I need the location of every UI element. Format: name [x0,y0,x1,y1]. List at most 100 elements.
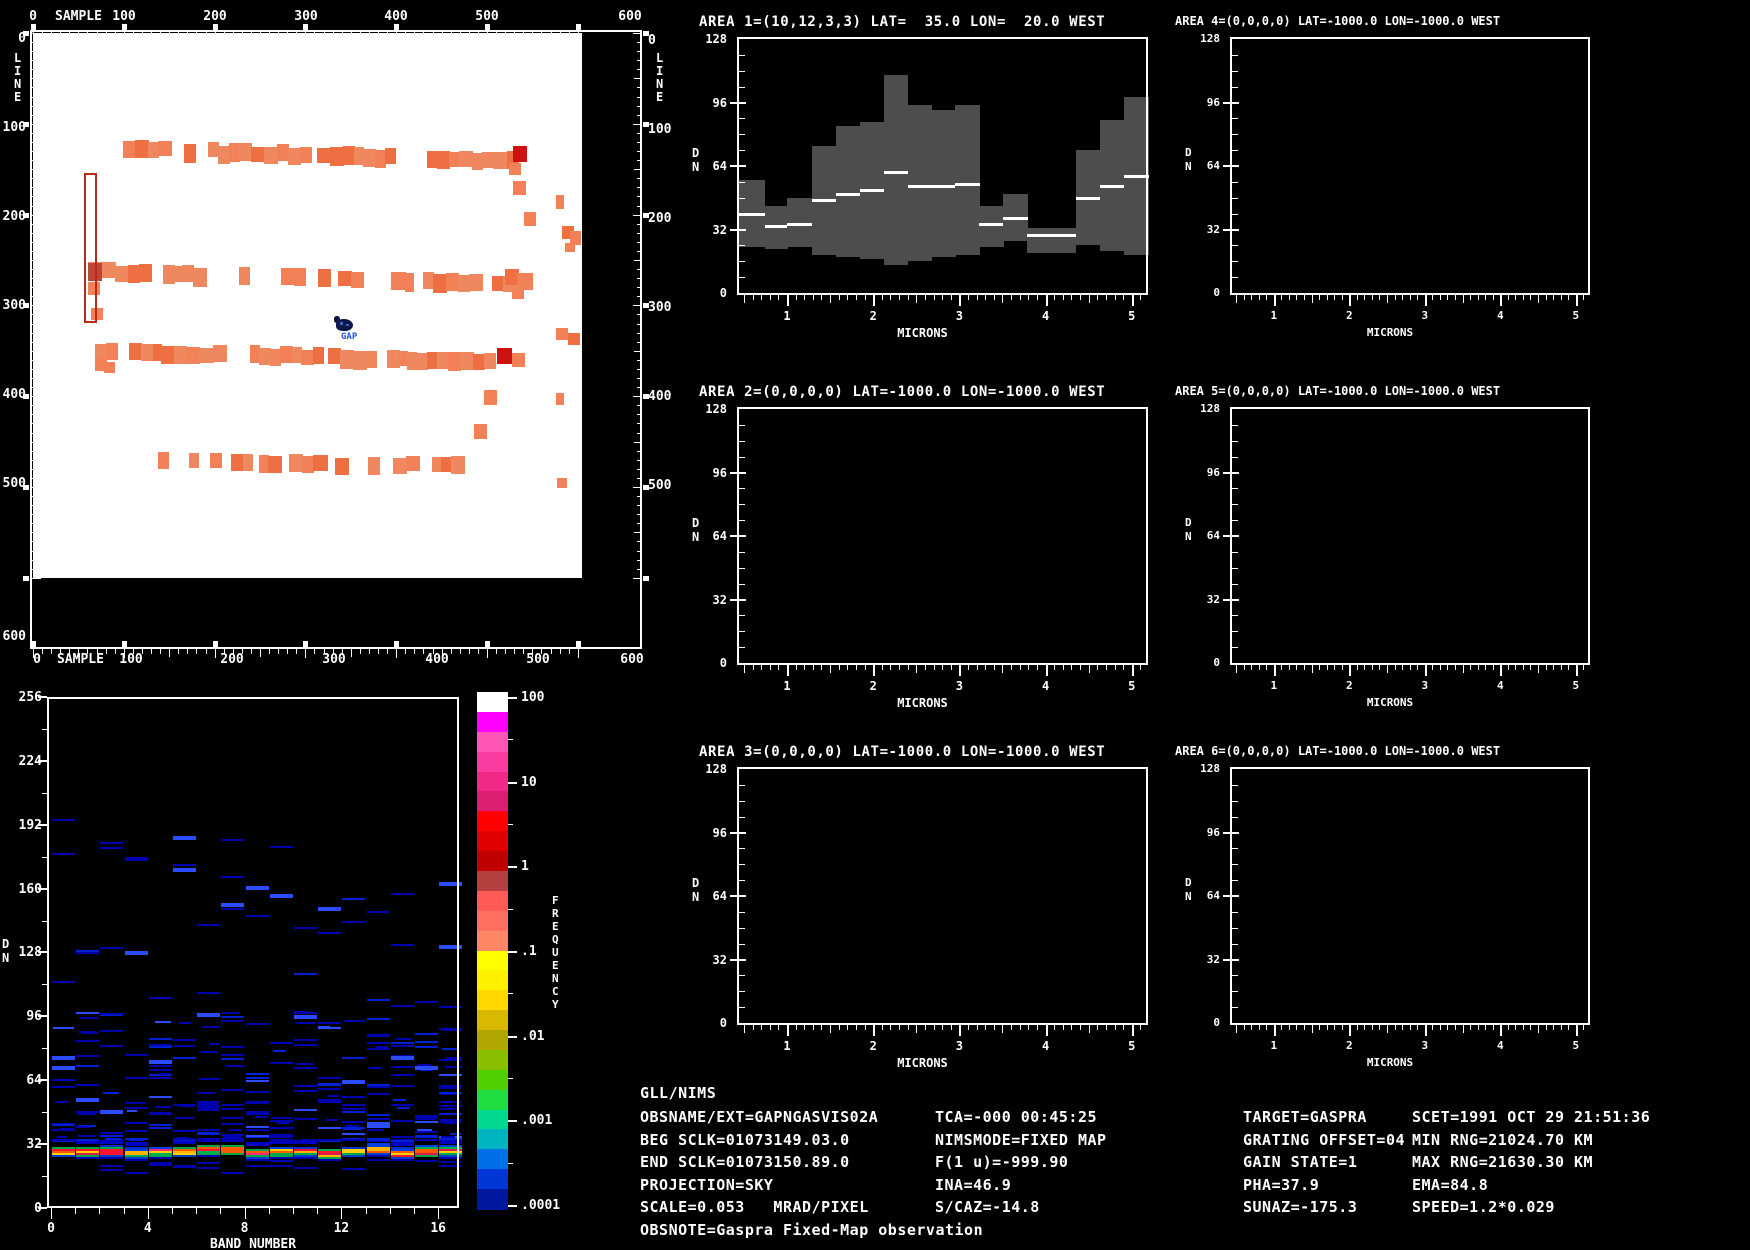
map-tick [633,123,642,125]
plot-y-tick [1223,895,1239,898]
plot-y-tick [1232,277,1238,279]
plot-x-tick [1140,665,1142,670]
plot-x-tick [1371,1025,1373,1030]
plot-y-tick [1232,118,1238,120]
plot-x-tick [1515,1025,1517,1030]
colorbar-tick [508,1078,513,1079]
plot-x-tick [1409,665,1411,670]
footprint-square [450,456,466,474]
plot-x-tick [778,1025,780,1030]
map-tick [637,205,642,207]
colorbar-band [477,811,508,832]
plot-y-tick [1232,424,1238,426]
plot-x-tick [1080,295,1082,300]
plot-x-tick [1424,295,1427,306]
map-tick [505,649,507,654]
plot-x-tick [1545,1025,1547,1030]
map-tick [637,296,642,298]
map-tick [32,196,37,198]
map-sample-tick-label: 0 [33,652,41,667]
map-tick [169,649,171,657]
plot-y-tick [1223,165,1239,168]
plot-x-tick [1071,295,1073,300]
plot-y-tick [739,1007,745,1009]
plot-x-tick [942,295,944,300]
plot-y-tick [739,615,745,617]
plot-x-tick [907,1025,909,1030]
plot-x-tick [1131,665,1134,676]
plot-y-tick [739,784,745,786]
map-tick [532,32,534,40]
map-tick [96,32,98,37]
plot-x-tick [1273,1025,1276,1036]
plot-x-tick [1266,1025,1268,1030]
plot-x-tick [1123,295,1125,300]
plot-x-tick [1097,1025,1099,1030]
plot-y-tick [739,440,745,442]
plot-y-tick [739,181,745,183]
info-line: BEG SCLK=01073149.03.0 [640,1130,850,1149]
map-tick [250,649,252,654]
map-tick-marker [394,641,400,647]
map-tick [633,33,642,34]
info-line: INA=46.9 [935,1175,1012,1194]
plot-y-tick-label: 0 [1213,1016,1220,1029]
area-selection-rect[interactable] [84,173,97,323]
plot-y-tick [739,816,745,818]
hist-y-tick [42,1112,47,1114]
footprint-square [299,146,313,163]
plot-x-tick-label: 5 [1572,1039,1580,1052]
plot-x-tick [1131,1025,1134,1036]
map-tick-marker [121,641,127,647]
plot-x-tick [855,295,857,300]
plot-x-axis-title: MICRONS [1366,696,1414,709]
plot-x-tick [838,665,840,670]
plot-y-tick [1232,583,1238,585]
plot-frame [1230,407,1590,665]
plot-x-tick [1123,665,1125,670]
plot-y-tick [1223,598,1239,601]
footprint-square [469,274,483,291]
map-tick [496,649,498,654]
hist-y-tick-label: 96 [26,1009,42,1025]
footprint-square [458,151,473,168]
plot-x-tick [899,665,901,670]
map-tick [637,187,642,189]
map-tick [32,178,37,180]
plot-x-tick-label: 3 [1421,1039,1429,1052]
info-line: MIN RNG=21024.70 KM [1412,1130,1594,1149]
footprint-square [199,347,215,364]
plot-y-tick [1232,864,1238,866]
map-tick [634,441,642,443]
plot-x-tick [1045,1025,1048,1036]
map-tick [637,496,642,498]
plot-y-tick [1232,197,1238,199]
map-tick [169,32,171,40]
map-tick [32,550,37,552]
plot-y-tick [1232,134,1238,136]
plot-x-tick [761,665,763,670]
plot-x-tick [1019,295,1021,300]
plot-y-tick [1223,471,1239,474]
plot-x-tick [855,665,857,670]
footprint-square [105,342,118,360]
colorbar-title: N [552,972,559,985]
footprint-square [556,195,564,209]
colorbar-band [477,791,508,812]
footprint-square [288,454,303,472]
plot-y-tick [1223,958,1239,961]
plot-x-tick [1054,295,1056,300]
hist-x-tick [268,1208,270,1214]
plot-y-tick [1232,816,1238,818]
colorbar-band [477,751,508,773]
map-tick [32,477,37,479]
colorbar-band [477,831,508,852]
plot-x-tick [1356,665,1358,670]
hist-x-tick [99,1208,101,1214]
plot-x-tick [1334,295,1336,300]
plot-x-tick [1319,295,1321,300]
hist-x-tick-label: 0 [47,1221,55,1236]
plot-x-tick [864,295,866,300]
plot-y-tick [1232,488,1238,490]
plot-x-tick [976,665,978,670]
